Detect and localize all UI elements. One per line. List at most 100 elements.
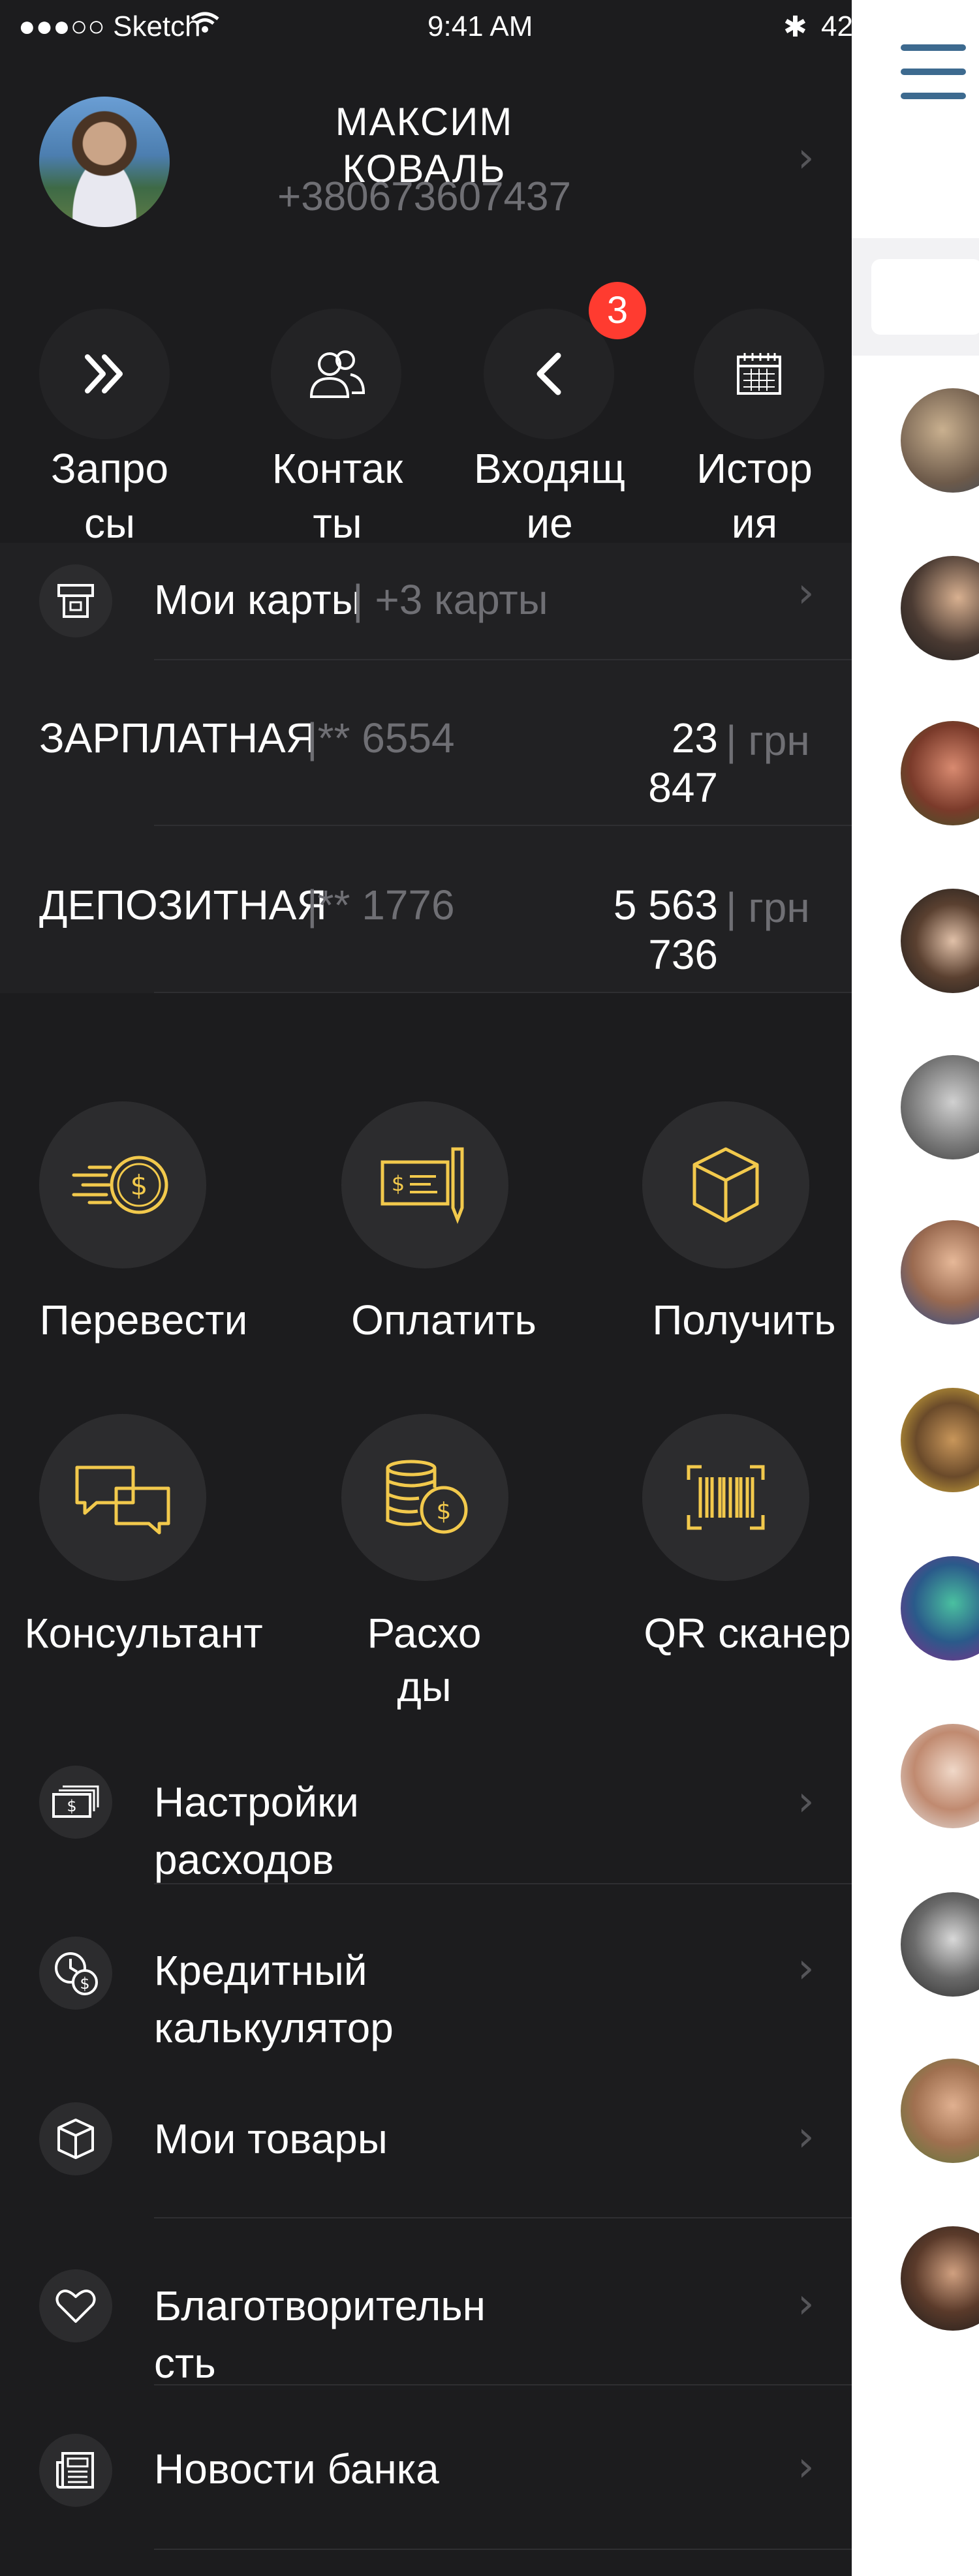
card-amount-line1: 5 563: [613, 882, 718, 928]
requests-label-line1: Запро: [50, 445, 169, 492]
divider: [154, 659, 852, 660]
qr-label: QR сканер: [644, 1610, 851, 1657]
coin-stack-icon: $: [386, 1460, 468, 1534]
transfer-button[interactable]: $: [39, 1101, 206, 1268]
barcode-icon: [687, 1465, 765, 1530]
card-currency: | грн: [726, 884, 810, 931]
pay-button[interactable]: $: [341, 1101, 508, 1268]
carrier-label: ●●●○○ Sketch: [18, 10, 201, 42]
contact-avatar[interactable]: [901, 2226, 979, 2331]
menu-label: Настройки расходов: [154, 1773, 741, 1888]
divider: [154, 992, 852, 993]
menu-label-line2: калькулятор: [154, 2004, 394, 2051]
card-amount-line1: 23: [671, 714, 718, 761]
contact-avatar[interactable]: [901, 1724, 979, 1828]
search-bar-area: [852, 238, 979, 356]
package-icon: [39, 2102, 112, 2175]
contact-avatar[interactable]: [901, 1055, 979, 1159]
pay-label: Оплатить: [351, 1296, 536, 1343]
menu-label-line1: Настройки: [154, 1779, 359, 1826]
incoming-label: Входящ ие: [452, 441, 647, 551]
profile-first-name: МАКСИМ: [335, 100, 514, 144]
menu-label-line2: сть: [154, 2340, 216, 2387]
side-drawer: ●●●○○ Sketch 9:41 AM ✱ 42 МАКСИМ КОВАЛЬ …: [0, 0, 852, 2576]
bluetooth-icon: ✱: [783, 11, 807, 43]
divider: [154, 2384, 852, 2385]
card-amount-line2: 736: [648, 931, 718, 978]
chevron-right-icon: ›: [798, 1777, 815, 1826]
chat-bubbles-icon: [75, 1465, 170, 1535]
contact-avatar[interactable]: [901, 2059, 979, 2163]
wifi-icon: [189, 9, 221, 42]
status-bar: ●●●○○ Sketch 9:41 AM ✱ 42: [0, 0, 852, 57]
contacts-label-line1: Контак: [272, 445, 403, 492]
calendar-icon: [737, 353, 781, 395]
transfer-label: Перевести: [39, 1296, 248, 1343]
qr-scanner-button[interactable]: [642, 1414, 809, 1581]
consultant-button[interactable]: [39, 1414, 206, 1581]
expenses-label-line1: Расхо: [367, 1610, 482, 1657]
battery-percent: 42: [821, 10, 852, 42]
contact-avatar[interactable]: [901, 1892, 979, 1997]
card-currency: | грн: [726, 717, 810, 764]
heart-icon: [39, 2269, 112, 2342]
divider: [154, 2217, 852, 2218]
hamburger-menu-icon[interactable]: [901, 39, 966, 104]
incoming-label-line1: Входящ: [473, 445, 626, 492]
menu-label-line1: Кредитный: [154, 1947, 367, 1994]
status-time: 9:41 AM: [427, 10, 533, 42]
menu-label: Благотворительн сть: [154, 2277, 741, 2392]
svg-text:$: $: [80, 1974, 89, 1993]
contact-avatar[interactable]: [901, 889, 979, 993]
double-chevron-right-icon: [85, 354, 123, 393]
card-amount-line2: 847: [648, 764, 718, 811]
card-mask: |** 1776: [307, 882, 455, 928]
menu-label: Новости банка: [154, 2446, 439, 2492]
contacts-icon: [309, 350, 365, 398]
contact-avatar[interactable]: [901, 721, 979, 825]
expenses-label-line2: ды: [397, 1663, 452, 1710]
chevron-right-icon: ›: [798, 1944, 815, 1993]
profile-avatar[interactable]: [39, 97, 170, 227]
history-label: Истор ия: [657, 441, 852, 551]
history-button[interactable]: [694, 309, 824, 439]
contact-avatar[interactable]: [901, 1220, 979, 1325]
atm-icon: [39, 564, 112, 637]
expenses-label: Расхо ды: [281, 1606, 568, 1713]
profile-chevron-icon[interactable]: ›: [798, 134, 815, 182]
requests-label: Запро сы: [12, 441, 208, 551]
svg-text:$: $: [392, 1171, 405, 1196]
incoming-badge: 3: [589, 282, 646, 339]
search-input[interactable]: [871, 259, 979, 335]
svg-text:$: $: [67, 1797, 76, 1815]
menu-label-line2: расходов: [154, 1836, 334, 1883]
svg-text:$: $: [131, 1169, 148, 1201]
history-label-line1: Истор: [696, 445, 813, 492]
receive-button[interactable]: [642, 1101, 809, 1268]
check-pen-icon: $: [381, 1147, 464, 1224]
menu-label-line1: Благотворительн: [154, 2282, 486, 2329]
contacts-label: Контак ты: [240, 441, 435, 551]
contacts-button[interactable]: [271, 309, 401, 439]
contact-avatar[interactable]: [901, 1556, 979, 1661]
divider: [154, 1883, 852, 1884]
main-screen-peek[interactable]: [852, 0, 979, 2576]
menu-label: Кредитный калькулятор: [154, 1942, 741, 2057]
contact-avatar[interactable]: [901, 556, 979, 660]
my-cards-chevron-icon: ›: [798, 569, 815, 617]
money-settings-icon: $: [39, 1766, 112, 1839]
coin-transfer-icon: $: [72, 1156, 168, 1214]
consultant-label: Консультант: [24, 1610, 263, 1657]
newspaper-icon: [39, 2434, 112, 2507]
requests-button[interactable]: [39, 309, 170, 439]
chevron-right-icon: ›: [798, 2113, 815, 2161]
contact-avatar[interactable]: [901, 1388, 979, 1492]
card-name: ЗАРПЛАТНАЯ: [39, 714, 316, 761]
chevron-left-icon: [536, 352, 561, 395]
clock-coin-icon: $: [39, 1937, 112, 2010]
my-cards-label: Мои карты: [154, 576, 362, 623]
box-icon: [692, 1147, 759, 1223]
expenses-button[interactable]: $: [341, 1414, 508, 1581]
contact-avatar[interactable]: [901, 388, 979, 493]
divider: [154, 825, 852, 826]
